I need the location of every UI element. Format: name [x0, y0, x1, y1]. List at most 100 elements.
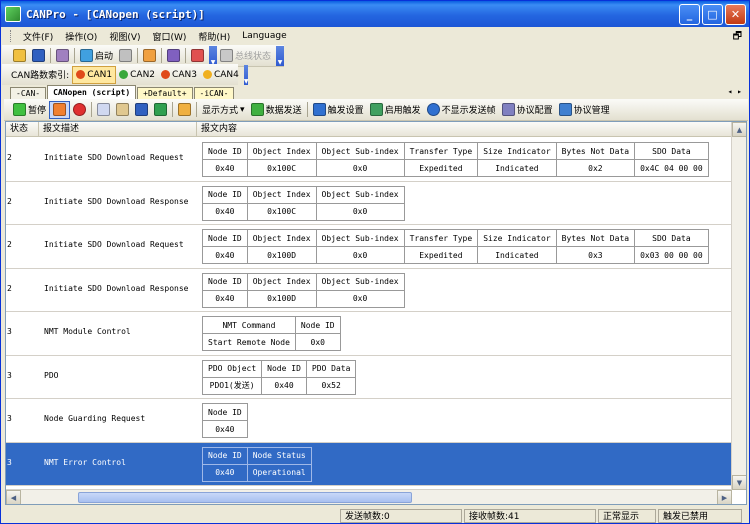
copy-button[interactable]	[94, 101, 113, 119]
record-button[interactable]	[70, 101, 89, 119]
filter-icon	[167, 49, 181, 62]
wrench-icon	[56, 49, 69, 62]
field-value: 0x40	[202, 246, 248, 264]
column-description[interactable]: 报文描述	[39, 122, 197, 136]
record-icon	[73, 103, 87, 116]
menu-operation[interactable]: 操作(O)	[59, 30, 103, 43]
scroll-left-icon[interactable]: ◀	[6, 490, 21, 504]
toolbar-overflow-icon[interactable]: ▼	[209, 45, 218, 66]
export-icon	[154, 103, 168, 116]
row-description: Initiate SDO Download Request	[44, 153, 184, 162]
tab-ican[interactable]: -iCAN-	[193, 87, 235, 99]
filter-button[interactable]	[164, 47, 183, 65]
row-status: 2	[7, 240, 12, 249]
column-status[interactable]: 状态	[6, 122, 39, 136]
message-row[interactable]: 2 Initiate SDO Download Request Node ID Obj…	[6, 138, 732, 182]
stop-button[interactable]	[116, 47, 135, 65]
field-header: NMT Command	[202, 316, 296, 334]
mdi-restore-icon[interactable]: 🗗	[733, 29, 742, 46]
message-row[interactable]: 2 Initiate SDO Download Request Node ID Obj…	[6, 225, 732, 269]
start-button[interactable]: 启动	[77, 47, 116, 65]
menu-bar: 文件(F) 操作(O) 视图(V) 窗口(W) 帮助(H) Language 🗗	[2, 27, 748, 45]
horizontal-scrollbar[interactable]: ◀ ▶	[6, 489, 732, 504]
message-row[interactable]: 3 NMT Error Control Node ID Node Status 0x40…	[6, 442, 732, 486]
bus-state-button[interactable]: 总线状态	[217, 47, 274, 65]
protocol-manage-button[interactable]: 协议管理	[556, 101, 613, 119]
menu-view[interactable]: 视图(V)	[103, 30, 146, 43]
message-row[interactable]: 3 Node Guarding Request Node ID 0x40	[6, 399, 732, 443]
save-log-button[interactable]	[132, 101, 151, 119]
menu-language[interactable]: Language	[236, 31, 292, 41]
close-button[interactable]: ✕	[725, 4, 746, 25]
tab-scroll-arrows-icon[interactable]: ◂ ▸	[728, 87, 742, 96]
message-list: 状态 报文描述 报文内容 2 Initiate SDO Download Requ…	[5, 121, 747, 505]
row-description: Initiate SDO Download Request	[44, 240, 184, 249]
row-fields-table: Node ID Node Status 0x40 Operational	[202, 446, 312, 482]
field-header: Object Index	[246, 185, 317, 204]
row-fields-table: Node ID Object Index Object Sub-index 0x40 0…	[202, 272, 405, 308]
column-content[interactable]: 报文内容	[197, 122, 732, 136]
trigger-settings-button[interactable]: 触发设置	[310, 101, 367, 119]
can2-button[interactable]: CAN2	[116, 66, 158, 84]
message-row[interactable]: 3 PDO PDO Object Node ID PDO Data PDO1(发送) 0x4…	[6, 355, 732, 399]
can4-button[interactable]: CAN4	[200, 66, 242, 84]
field-header: Node ID	[294, 316, 341, 334]
horizontal-scroll-thumb[interactable]	[78, 492, 412, 503]
can-status-icon	[76, 70, 86, 79]
message-row[interactable]: 3 NMT Module Control NMT Command Node ID Sta…	[6, 312, 732, 356]
menu-file[interactable]: 文件(F)	[17, 30, 59, 43]
auto-scroll-button[interactable]	[49, 100, 71, 119]
field-value: 0x40	[261, 376, 307, 395]
field-header: Node ID	[202, 185, 248, 204]
tab-canopen-script[interactable]: CANopen (script)	[47, 85, 137, 99]
hide-sent-button[interactable]: 不显示发送帧	[424, 101, 499, 119]
field-value: Start Remote Node	[202, 333, 296, 351]
field-value: 0x100D	[246, 289, 317, 308]
row-description: Node Guarding Request	[44, 414, 146, 423]
display-mode-button[interactable]: 显示方式 ▾	[199, 101, 248, 119]
stop-icon	[119, 49, 133, 62]
maximize-button[interactable]: □	[702, 4, 723, 25]
export-button[interactable]	[151, 101, 170, 119]
message-row[interactable]: 2 Initiate SDO Download Response Node ID Ob…	[6, 268, 732, 312]
save-button[interactable]	[29, 47, 48, 65]
scroll-down-icon[interactable]: ▼	[732, 475, 746, 490]
find-button[interactable]	[113, 101, 132, 119]
menu-help[interactable]: 帮助(H)	[192, 30, 236, 43]
field-value: 0x100C	[246, 159, 317, 177]
folder-icon	[13, 49, 26, 62]
field-value: Indicated	[477, 159, 557, 177]
field-header: Size Indicator	[477, 142, 557, 160]
row-description: PDO	[44, 370, 59, 380]
pause-button[interactable]: 暂停	[10, 101, 49, 119]
send-data-button[interactable]: 数据发送	[248, 101, 305, 119]
menu-window[interactable]: 窗口(W)	[147, 30, 193, 43]
toolbar-overflow-icon[interactable]: ▼	[243, 64, 249, 85]
settings-button[interactable]	[53, 47, 72, 65]
reset-icon	[191, 49, 205, 62]
field-value: 0x40	[202, 420, 248, 438]
message-row[interactable]: 2 Initiate SDO Download Response Node ID Ob…	[6, 181, 732, 225]
row-description: Initiate SDO Download Response	[44, 196, 189, 206]
config-icon	[501, 103, 515, 116]
field-header: Node ID	[202, 229, 248, 247]
tab-can[interactable]: -CAN-	[10, 87, 47, 99]
vertical-scrollbar[interactable]: ▲ ▼	[731, 122, 746, 490]
open-button[interactable]	[10, 47, 29, 65]
scroll-right-icon[interactable]: ▶	[717, 490, 732, 504]
field-value: Operational	[246, 463, 312, 482]
can3-button[interactable]: CAN3	[158, 66, 200, 84]
reset-button[interactable]	[188, 47, 207, 65]
clear-button[interactable]	[140, 47, 159, 65]
clear-log-button[interactable]	[175, 101, 194, 119]
protocol-config-button[interactable]: 协议配置	[499, 101, 556, 119]
enable-trigger-button[interactable]: 启用触发	[367, 101, 424, 119]
toolbar-overflow-icon[interactable]: ▼	[276, 45, 285, 66]
title-bar[interactable]: CANPro - [CANopen (script)] _ □ ✕	[1, 1, 749, 27]
can1-button[interactable]: CAN1	[72, 65, 117, 84]
minimize-button[interactable]: _	[679, 4, 700, 25]
field-header: Object Sub-index	[315, 272, 405, 291]
tab-default[interactable]: +Default+	[137, 87, 193, 99]
field-value: PDO1(发送)	[201, 376, 263, 395]
scroll-up-icon[interactable]: ▲	[732, 122, 746, 137]
